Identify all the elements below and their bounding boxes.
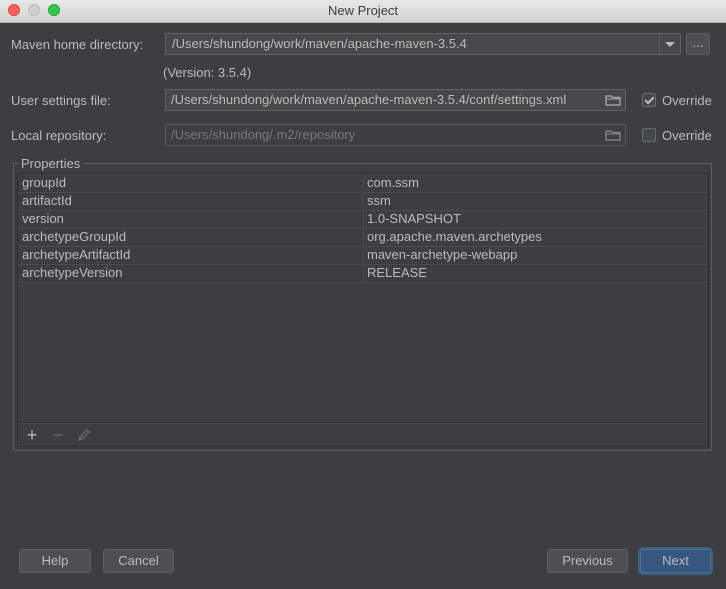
property-key: groupId (22, 175, 67, 190)
maven-version-text: (Version: 3.5.4) (163, 65, 252, 80)
table-row[interactable]: groupId com.ssm (18, 174, 708, 193)
property-key: archetypeVersion (22, 265, 123, 280)
remove-icon[interactable]: − (49, 426, 67, 444)
local-repo-override-checkbox[interactable] (642, 128, 656, 142)
maven-home-value: /Users/shundong/work/maven/apache-maven-… (172, 36, 467, 51)
table-row[interactable]: archetypeVersion RELEASE (18, 264, 708, 283)
chevron-down-icon[interactable] (659, 34, 680, 54)
maven-home-browse-button[interactable]: ... (686, 33, 710, 55)
add-icon[interactable]: + (23, 426, 41, 444)
properties-title: Properties (19, 156, 83, 171)
property-value[interactable]: com.ssm (367, 175, 419, 190)
property-value[interactable]: 1.0-SNAPSHOT (367, 211, 461, 226)
help-button[interactable]: Help (19, 549, 91, 573)
user-settings-value: /Users/shundong/work/maven/apache-maven-… (171, 92, 567, 107)
maven-home-label: Maven home directory: (11, 37, 144, 52)
user-settings-override-checkbox[interactable] (642, 93, 656, 107)
property-value[interactable]: RELEASE (367, 265, 427, 280)
next-button[interactable]: Next (640, 549, 711, 573)
property-key: artifactId (22, 193, 72, 208)
user-settings-override-label: Override (662, 93, 712, 108)
property-value[interactable]: org.apache.maven.archetypes (367, 229, 542, 244)
property-key: archetypeArtifactId (22, 247, 131, 262)
window-title: New Project (327, 3, 399, 18)
table-row[interactable]: archetypeGroupId org.apache.maven.archet… (18, 228, 708, 247)
previous-button[interactable]: Previous (547, 549, 628, 573)
property-value[interactable]: maven-archetype-webapp (367, 247, 517, 262)
table-row[interactable]: artifactId ssm (18, 192, 708, 211)
folder-icon[interactable] (605, 94, 621, 106)
maven-home-combo[interactable]: /Users/shundong/work/maven/apache-maven-… (165, 33, 681, 55)
property-value[interactable]: ssm (367, 193, 391, 208)
folder-icon[interactable] (605, 129, 621, 141)
table-row[interactable]: version 1.0-SNAPSHOT (18, 210, 708, 229)
local-repo-label: Local repository: (11, 128, 107, 143)
title-bar: New Project (0, 0, 726, 23)
local-repo-value: /Users/shundong/.m2/repository (171, 127, 356, 142)
properties-table: groupId com.ssm artifactId ssm version 1… (17, 173, 709, 423)
table-row[interactable]: archetypeArtifactId maven-archetype-weba… (18, 246, 708, 265)
property-key: version (22, 211, 64, 226)
user-settings-label: User settings file: (11, 93, 111, 108)
edit-icon[interactable] (75, 426, 93, 444)
cancel-button[interactable]: Cancel (103, 549, 174, 573)
properties-toolbar: + − (17, 423, 709, 447)
property-key: archetypeGroupId (22, 229, 127, 244)
local-repo-override-label: Override (662, 128, 712, 143)
user-settings-field[interactable]: /Users/shundong/work/maven/apache-maven-… (165, 89, 626, 111)
local-repo-field[interactable]: /Users/shundong/.m2/repository (165, 124, 626, 146)
